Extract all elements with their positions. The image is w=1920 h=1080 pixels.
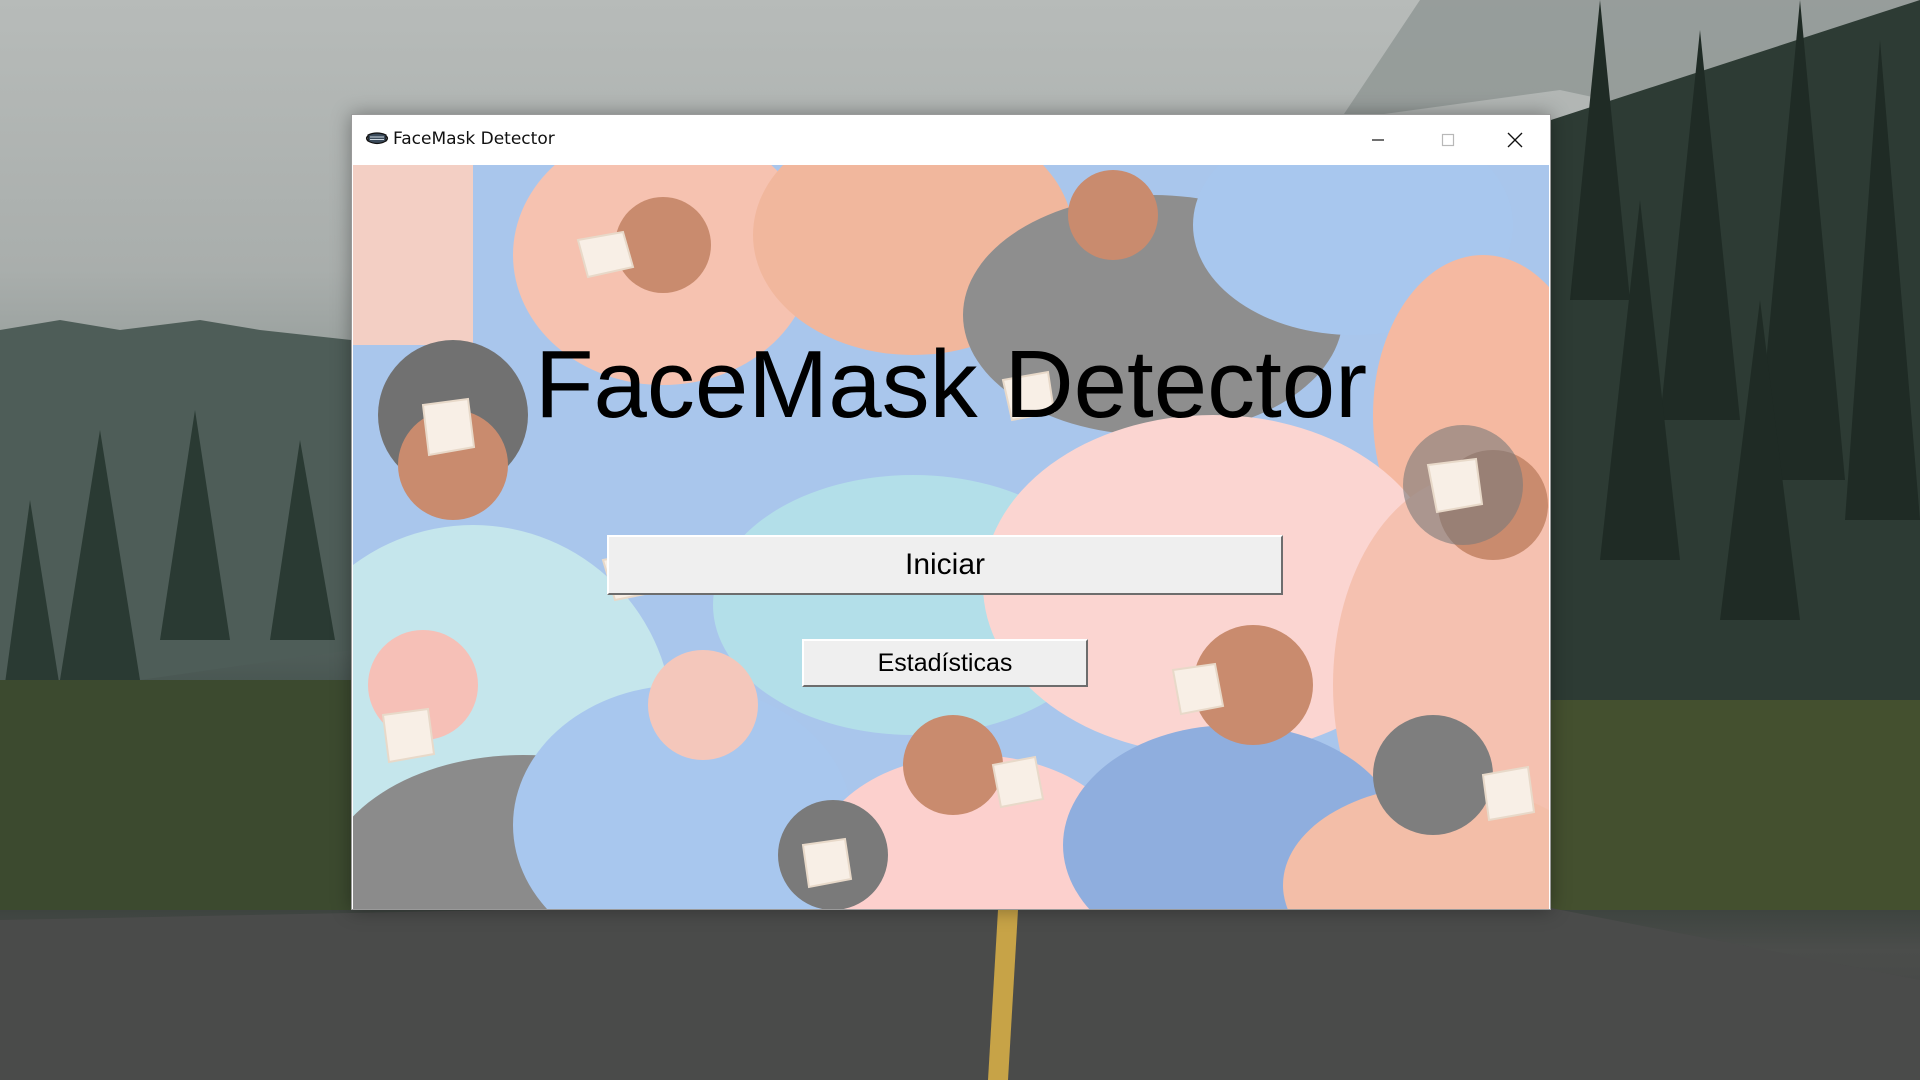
statistics-button-label: Estadísticas: [877, 648, 1013, 677]
start-button[interactable]: Iniciar: [607, 535, 1283, 595]
face-mask-icon: [365, 131, 389, 147]
app-window: FaceMask Detector FaceMask Detector Inic…: [351, 114, 1551, 910]
main-panel: FaceMask Detector Iniciar Estadísticas: [353, 165, 1549, 909]
statistics-button[interactable]: Estadísticas: [802, 639, 1088, 687]
window-title: FaceMask Detector: [393, 129, 555, 149]
start-button-label: Iniciar: [904, 548, 986, 581]
minimize-icon: [1372, 139, 1384, 141]
maximize-icon: [1441, 133, 1455, 147]
close-button[interactable]: [1480, 115, 1550, 165]
app-heading: FaceMask Detector: [534, 331, 1368, 438]
close-icon: [1507, 132, 1523, 148]
minimize-button[interactable]: [1343, 115, 1413, 165]
title-bar[interactable]: FaceMask Detector: [352, 115, 1550, 165]
maximize-button[interactable]: [1413, 115, 1483, 165]
